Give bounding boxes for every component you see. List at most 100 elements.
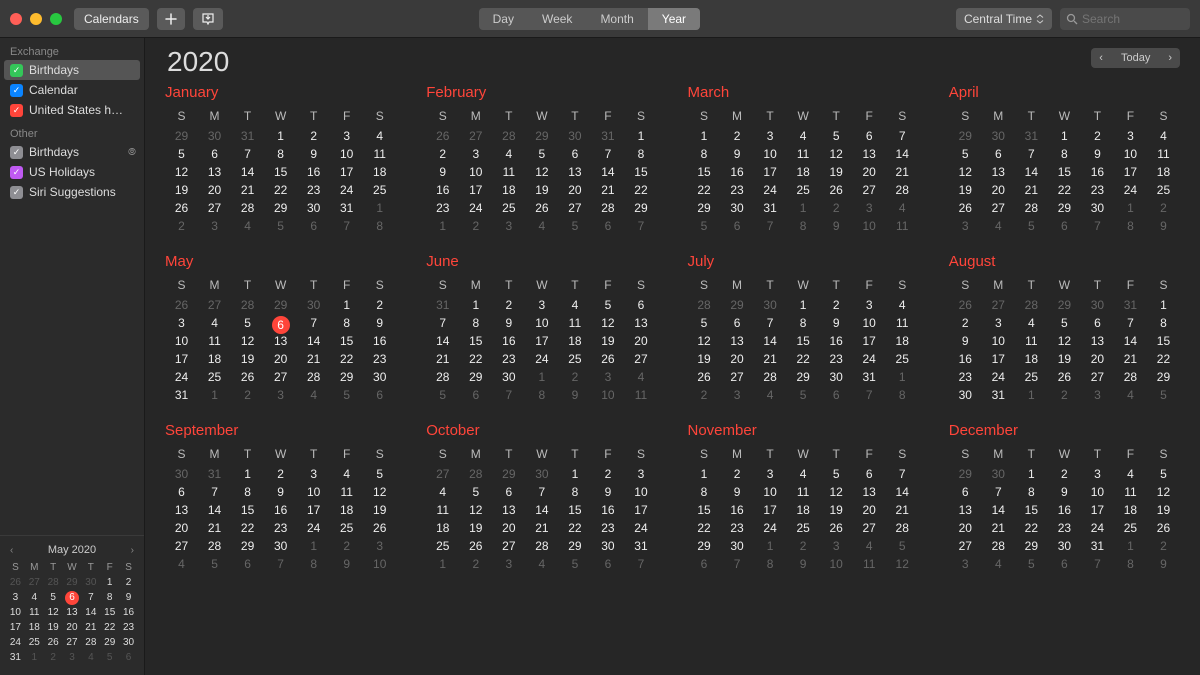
day-cell[interactable]: 14 [591,165,624,183]
mini-day[interactable]: 31 [6,650,25,665]
day-cell[interactable]: 25 [492,201,525,219]
mini-day[interactable]: 23 [119,620,138,635]
mini-day[interactable]: 2 [119,575,138,590]
day-cell[interactable]: 10 [754,147,787,165]
day-cell[interactable]: 3 [591,370,624,388]
day-cell[interactable]: 16 [591,503,624,521]
day-cell[interactable]: 21 [426,352,459,370]
day-cell[interactable]: 3 [820,539,853,557]
day-cell[interactable]: 18 [198,352,231,370]
day-cell[interactable]: 26 [363,521,396,539]
day-cell[interactable]: 16 [721,503,754,521]
day-cell[interactable]: 30 [525,467,558,485]
day-cell[interactable]: 4 [886,298,919,316]
day-cell[interactable]: 28 [231,298,264,316]
day-cell[interactable]: 7 [297,316,330,334]
day-cell[interactable]: 1 [754,539,787,557]
day-cell[interactable]: 12 [1048,334,1081,352]
day-cell[interactable]: 31 [1114,298,1147,316]
day-cell[interactable]: 7 [853,388,886,406]
day-cell[interactable]: 5 [591,298,624,316]
day-cell[interactable]: 17 [853,334,886,352]
day-cell[interactable]: 24 [754,521,787,539]
day-cell[interactable]: 2 [492,298,525,316]
day-cell[interactable]: 7 [426,316,459,334]
day-cell[interactable]: 27 [165,539,198,557]
day-cell[interactable]: 13 [264,334,297,352]
day-cell[interactable]: 9 [787,557,820,575]
day-cell[interactable]: 5 [787,388,820,406]
mini-prev-button[interactable]: ‹ [10,545,13,556]
day-cell[interactable]: 15 [558,503,591,521]
day-cell[interactable]: 2 [820,298,853,316]
day-cell[interactable]: 25 [1147,183,1180,201]
day-cell[interactable]: 6 [165,485,198,503]
day-cell[interactable]: 15 [459,334,492,352]
day-cell[interactable]: 9 [363,316,396,334]
day-cell[interactable]: 19 [949,183,982,201]
day-cell[interactable]: 11 [886,219,919,237]
day-cell[interactable]: 12 [363,485,396,503]
day-cell[interactable]: 2 [820,201,853,219]
mini-day[interactable]: 3 [6,590,25,605]
day-cell[interactable]: 5 [688,316,721,334]
day-cell[interactable]: 1 [1114,539,1147,557]
day-cell[interactable]: 13 [198,165,231,183]
day-cell[interactable]: 27 [982,201,1015,219]
day-cell[interactable]: 25 [426,539,459,557]
day-cell[interactable]: 11 [1015,334,1048,352]
day-cell[interactable]: 28 [1114,370,1147,388]
day-cell[interactable]: 2 [426,147,459,165]
day-cell[interactable]: 30 [982,467,1015,485]
day-cell[interactable]: 12 [820,485,853,503]
day-cell[interactable]: 24 [525,352,558,370]
mini-day[interactable]: 12 [44,605,63,620]
day-cell[interactable]: 20 [1081,352,1114,370]
day-cell[interactable]: 27 [721,370,754,388]
day-cell[interactable]: 21 [231,183,264,201]
day-cell[interactable]: 29 [330,370,363,388]
day-cell[interactable]: 30 [820,370,853,388]
mini-day[interactable]: 29 [63,575,82,590]
day-cell[interactable]: 6 [231,557,264,575]
day-cell[interactable]: 21 [297,352,330,370]
day-cell[interactable]: 25 [787,521,820,539]
day-cell[interactable]: 18 [1147,165,1180,183]
day-cell[interactable]: 1 [1015,388,1048,406]
mini-next-button[interactable]: › [131,545,134,556]
day-cell[interactable]: 30 [591,539,624,557]
day-cell[interactable]: 26 [688,370,721,388]
day-cell[interactable]: 12 [886,557,919,575]
day-cell[interactable]: 14 [982,503,1015,521]
day-cell[interactable]: 2 [1081,129,1114,147]
day-cell[interactable]: 25 [1015,370,1048,388]
day-cell[interactable]: 14 [886,485,919,503]
day-cell[interactable]: 7 [982,485,1015,503]
day-cell[interactable]: 16 [264,503,297,521]
day-cell[interactable]: 2 [330,539,363,557]
day-cell[interactable]: 6 [459,388,492,406]
day-cell[interactable]: 22 [1147,352,1180,370]
day-cell[interactable]: 30 [982,129,1015,147]
day-cell[interactable]: 20 [264,352,297,370]
day-cell[interactable]: 23 [949,370,982,388]
day-cell[interactable]: 16 [949,352,982,370]
day-cell[interactable]: 3 [982,316,1015,334]
day-cell[interactable]: 13 [1081,334,1114,352]
day-cell[interactable]: 9 [820,316,853,334]
day-cell[interactable]: 30 [949,388,982,406]
day-cell[interactable]: 4 [198,316,231,334]
day-cell[interactable]: 28 [754,370,787,388]
day-cell[interactable]: 10 [591,388,624,406]
day-cell[interactable]: 1 [231,467,264,485]
day-cell[interactable]: 2 [688,388,721,406]
day-cell[interactable]: 6 [1081,316,1114,334]
day-cell[interactable]: 3 [853,201,886,219]
day-cell[interactable]: 31 [982,388,1015,406]
day-cell[interactable]: 21 [198,521,231,539]
day-cell[interactable]: 31 [426,298,459,316]
day-cell[interactable]: 3 [459,147,492,165]
day-cell[interactable]: 26 [949,201,982,219]
sidebar-calendar-item[interactable]: ✓Siri Suggestions [0,182,144,202]
day-cell[interactable]: 14 [231,165,264,183]
